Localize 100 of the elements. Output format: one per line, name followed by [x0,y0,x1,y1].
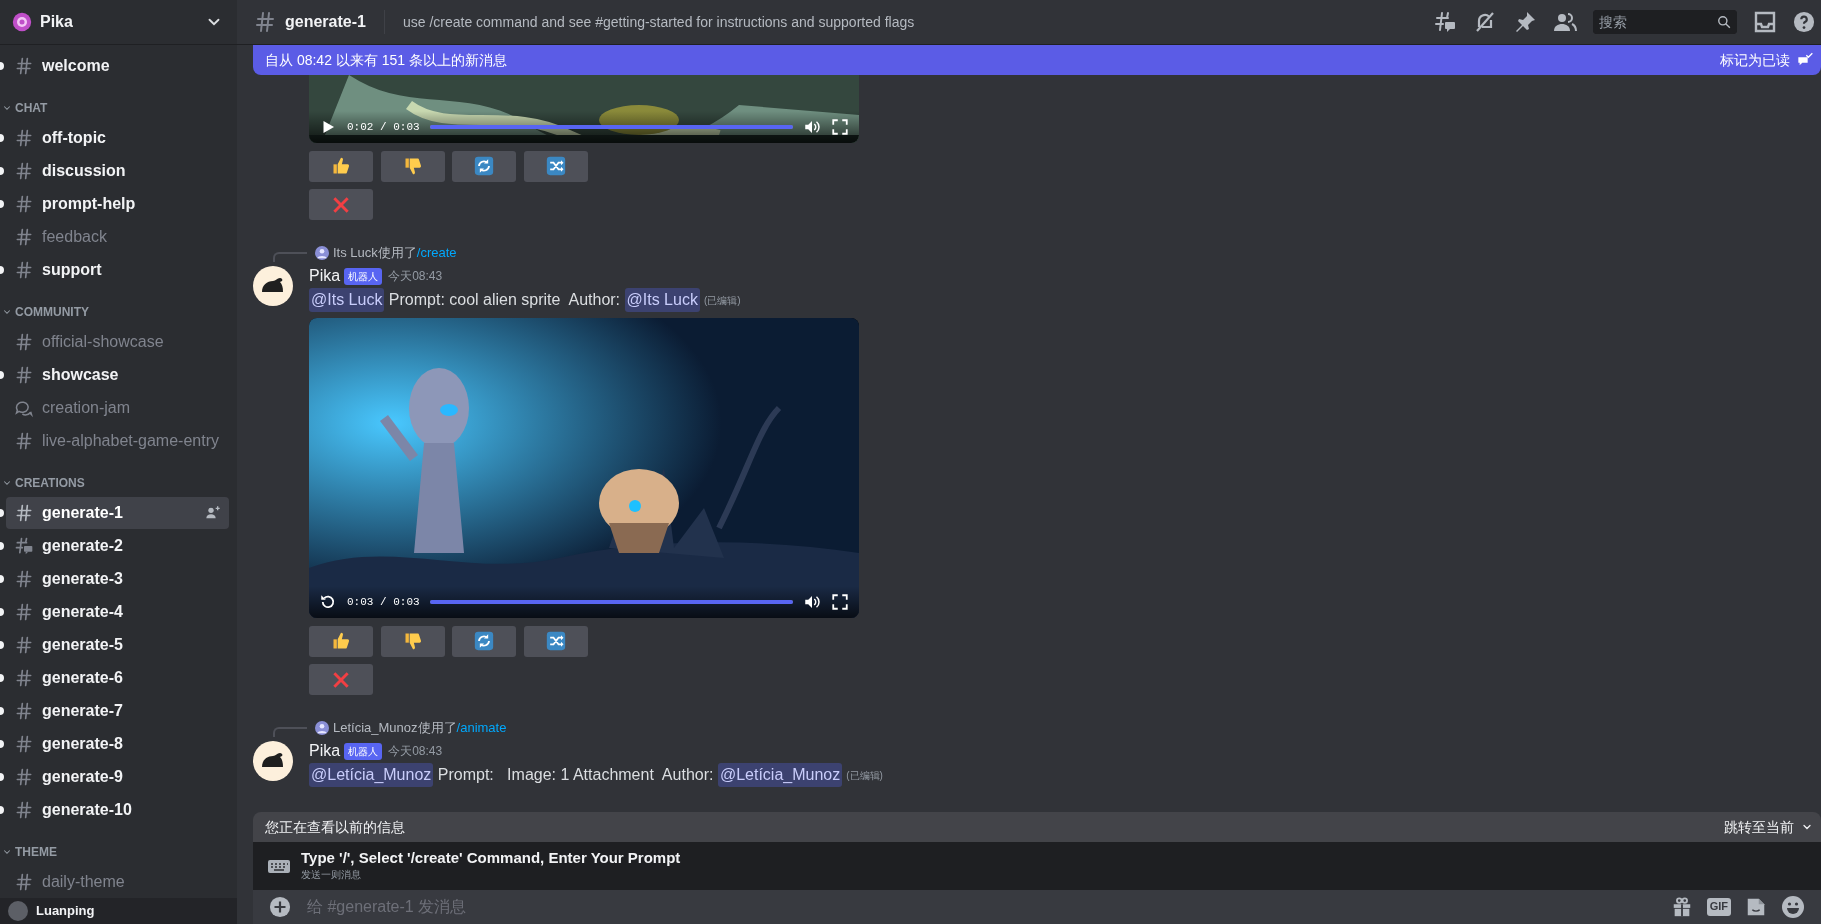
mute-bell-icon[interactable] [1473,10,1497,34]
channel-link[interactable]: generate-5 [6,629,229,661]
shuffle-icon [545,631,566,651]
channel-link[interactable]: generate-7 [6,695,229,727]
user-mention[interactable]: @Its Luck [624,288,700,312]
forum-icon [14,398,34,418]
banner-text: 自从 08:42 以来有 151 条以上的新消息 [265,50,507,70]
channel-link[interactable]: feedback [6,221,229,253]
replay-icon[interactable] [319,593,337,611]
reply-user: Its Luck使用了 [333,244,417,263]
channel-link[interactable]: prompt-help [6,188,229,220]
fullscreen-icon[interactable] [831,593,849,611]
search-field[interactable]: 搜索 [1593,10,1737,34]
close-icon [331,669,351,690]
remix-button[interactable] [523,625,588,657]
help-icon[interactable] [1793,11,1815,33]
threads-icon[interactable] [1433,10,1457,34]
refresh-icon [474,156,494,176]
hash-icon [14,800,34,820]
user-avatar [315,246,329,260]
bot-avatar[interactable] [253,266,293,306]
channel-link[interactable]: welcome [6,50,229,82]
user-mention[interactable]: @Letícia_Munoz [717,763,843,787]
bot-avatar[interactable] [253,741,293,781]
reply-connector [273,727,307,737]
emoji-icon[interactable] [1781,895,1805,919]
command-link[interactable]: /create [416,243,457,263]
thumbs-up-icon [331,631,351,651]
upvote-button[interactable] [309,625,373,657]
bot-tag: 机器人 [344,742,383,760]
fullscreen-icon[interactable] [831,118,849,136]
channel-link[interactable]: generate-8 [6,728,229,760]
hash-icon [14,734,34,754]
hash-icon [14,161,34,181]
category-name: CREATIONS [15,475,85,492]
members-icon[interactable] [1553,10,1577,34]
gif-button[interactable]: GIF [1706,898,1731,916]
channel-link[interactable]: generate-9 [6,761,229,793]
mark-read-link[interactable]: 标记为已读 [1719,49,1813,71]
channel-link[interactable]: generate-4 [6,596,229,628]
reply-user: Letícia_Munoz使用了 [333,719,457,738]
hash-icon [14,260,34,280]
hash-icon [14,602,34,622]
hash-icon [14,56,34,76]
hash-icon [14,227,34,247]
user-mention[interactable]: @Its Luck [309,288,385,312]
channel-link[interactable]: generate-2 [6,530,229,562]
search-icon [1717,15,1731,29]
channel-link[interactable]: off-topic [6,122,229,154]
category-header[interactable]: CREATIONS [0,458,237,496]
category-header[interactable]: COMMUNITY [0,287,237,325]
category-name: THEME [15,844,57,861]
add-member-icon[interactable] [205,505,221,521]
regenerate-button[interactable] [452,150,516,182]
thumbs-up-icon [331,156,351,176]
command-hint-subtitle: 发送一则消息 [301,867,362,882]
hash-icon [14,194,34,214]
channel-link[interactable]: generate-10 [6,794,229,826]
hash-icon [253,10,277,34]
inbox-icon[interactable] [1753,10,1777,34]
category-header[interactable]: THEME [0,827,237,865]
video-time: 0:03 / 0:03 [347,594,420,610]
threads-icon [14,536,34,556]
channel-link[interactable]: discussion [6,155,229,187]
hash-icon [14,332,34,352]
new-messages-banner[interactable]: 自从 08:42 以来有 151 条以上的新消息 标记为已读 [253,45,1821,75]
channel-link[interactable]: generate-3 [6,563,229,595]
channel-link[interactable]: showcase [6,359,229,391]
jump-to-present-link[interactable]: 跳转至当前 [1723,816,1813,838]
remix-button[interactable] [523,150,588,182]
add-icon[interactable] [269,896,291,918]
channel-link[interactable]: official-showcase [6,326,229,358]
keyboard-icon [267,857,291,875]
refresh-icon [474,631,494,651]
channel-link[interactable]: live-alphabet-game-entry [6,425,229,457]
channel-link[interactable]: creation-jam [6,392,229,424]
channel-link[interactable]: support [6,254,229,286]
author-name[interactable]: Pika [309,739,341,763]
author-name[interactable]: Pika [309,264,341,288]
hash-icon [14,767,34,787]
downvote-button[interactable] [380,150,445,182]
channel-link[interactable]: generate-6 [6,662,229,694]
hash-icon [14,503,34,523]
message-text: Prompt: cool alien sprite Author: [387,290,622,310]
shuffle-icon [545,156,566,176]
message-time: 今天08:43 [388,743,443,760]
user-mention[interactable]: @Letícia_Munoz [309,763,434,787]
hash-icon [14,569,34,589]
sticker-icon[interactable] [1745,896,1767,918]
hash-icon [14,128,34,148]
channel-topic: use /create command and see #getting-started for instructions and supported flags [402,12,915,32]
downvote-button[interactable] [380,625,445,657]
command-link[interactable]: /animate [456,718,507,738]
category-header[interactable]: CHAT [0,83,237,121]
message-text: Prompt: Image: 1 Attachment Author: [436,765,715,785]
channel-link[interactable]: daily-theme [6,866,229,898]
server-logo [12,12,32,32]
message-time: 今天08:43 [388,268,443,285]
regenerate-button[interactable] [452,625,516,657]
upvote-button[interactable] [309,150,373,182]
